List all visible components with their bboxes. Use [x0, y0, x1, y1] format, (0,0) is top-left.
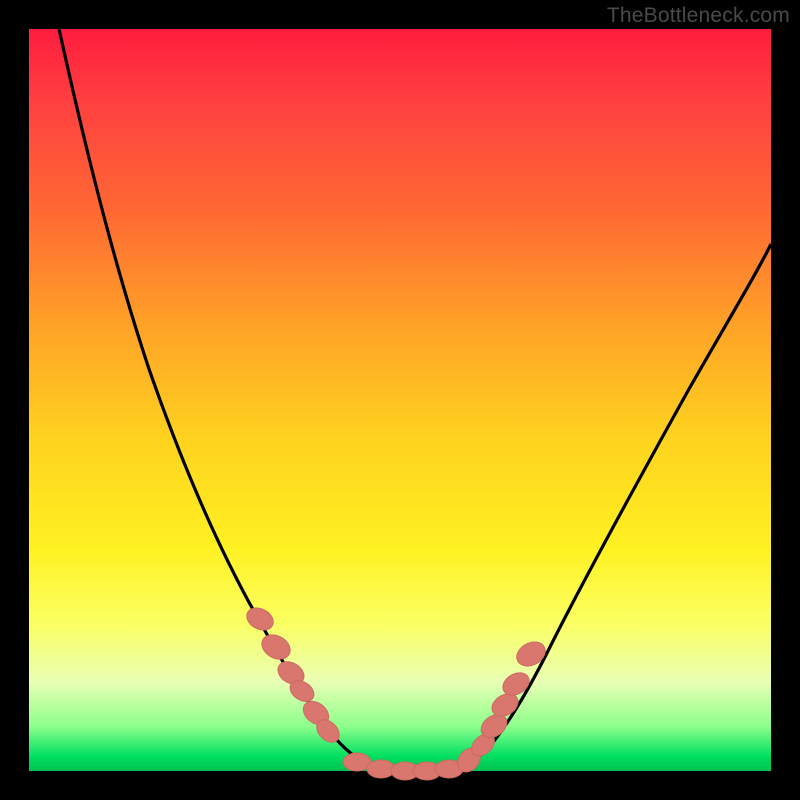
marker	[513, 637, 550, 671]
marker	[243, 604, 277, 635]
markers-group	[243, 604, 549, 780]
watermark-text: TheBottleneck.com	[607, 4, 790, 28]
chart-frame: TheBottleneck.com	[0, 0, 800, 800]
curve-path	[59, 29, 771, 770]
plot-area	[29, 29, 771, 771]
bottleneck-curve	[29, 29, 771, 771]
marker	[258, 630, 295, 664]
